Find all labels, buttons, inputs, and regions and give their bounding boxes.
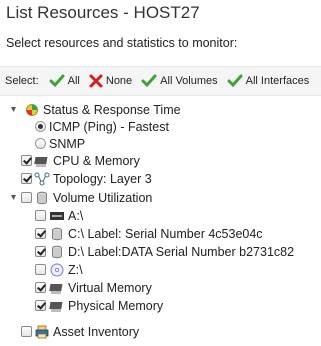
virtual-memory-checkbox[interactable]	[35, 282, 46, 293]
topology-label: Topology: Layer 3	[53, 171, 152, 186]
check-icon	[227, 74, 243, 88]
tree-node-asset: Asset Inventory	[21, 323, 139, 340]
cpu-chip-icon	[34, 156, 48, 167]
volume-item: Physical Memory	[35, 297, 163, 314]
volume-item: D:\ Label:DATA Serial Number b2731c82	[35, 243, 294, 260]
select-all-interfaces-button[interactable]: All Interfaces	[227, 74, 310, 88]
topology-checkbox[interactable]	[21, 173, 32, 184]
x-icon	[89, 74, 103, 88]
select-label: Select:	[5, 75, 39, 87]
select-all-volumes-button[interactable]: All Volumes	[141, 74, 218, 88]
physical-memory-label: Physical Memory	[68, 298, 164, 313]
floppy-drive-icon	[50, 211, 64, 220]
page-subtitle: Select resources and statistics to monit…	[6, 36, 238, 50]
volume-a-label: A:\	[68, 208, 84, 223]
disk-icon	[52, 245, 62, 258]
disk-icon	[52, 227, 62, 240]
tree-node-cpu: CPU & Memory	[21, 152, 140, 169]
volume-c-checkbox[interactable]	[35, 228, 46, 239]
asset-inventory-icon	[35, 325, 49, 338]
memory-icon	[49, 301, 63, 312]
physical-memory-checkbox[interactable]	[35, 300, 46, 311]
virtual-memory-label: Virtual Memory	[68, 280, 152, 295]
check-icon	[49, 74, 65, 88]
topology-icon	[34, 172, 50, 185]
memory-icon	[49, 283, 63, 294]
cpu-checkbox[interactable]	[21, 155, 32, 166]
expand-triangle-icon[interactable]	[9, 193, 18, 202]
volume-checkbox[interactable]	[21, 192, 32, 203]
volume-item: A:\	[35, 207, 83, 224]
volume-d-label: D:\ Label:DATA Serial Number b2731c82	[68, 244, 295, 259]
volume-c-label: C:\ Label: Serial Number 4c53e04c	[68, 226, 263, 241]
disk-icon	[37, 191, 47, 204]
volume-label: Volume Utilization	[53, 190, 153, 205]
icmp-radio[interactable]	[35, 121, 46, 132]
select-none-label: None	[105, 75, 133, 87]
check-icon	[141, 74, 157, 88]
status-icon	[26, 103, 38, 116]
radio-option-icmp[interactable]: ICMP (Ping) - Fastest	[35, 118, 169, 135]
cpu-label: CPU & Memory	[53, 153, 140, 168]
select-all-label: All	[67, 75, 80, 87]
radio-option-snmp[interactable]: SNMP	[35, 135, 85, 152]
snmp-radio[interactable]	[35, 138, 46, 149]
volume-z-label: Z:\	[68, 262, 83, 277]
tree-node-topology: Topology: Layer 3	[21, 170, 152, 187]
volume-d-checkbox[interactable]	[35, 246, 46, 257]
volume-item: C:\ Label: Serial Number 4c53e04c	[35, 225, 263, 242]
page-title: List Resources - HOST27	[6, 3, 200, 22]
asset-checkbox[interactable]	[21, 326, 32, 337]
volume-item: Z:\	[35, 261, 83, 278]
select-all-interfaces-label: All Interfaces	[245, 75, 310, 87]
volume-z-checkbox[interactable]	[35, 264, 46, 275]
tree-node-volume: Volume Utilization	[9, 189, 152, 206]
snmp-label: SNMP	[49, 136, 86, 151]
select-none-button[interactable]: None	[89, 74, 132, 88]
status-label: Status & Response Time	[43, 102, 181, 117]
expand-triangle-icon[interactable]	[9, 105, 18, 114]
volume-a-checkbox[interactable]	[35, 210, 46, 221]
select-all-button[interactable]: All	[49, 74, 80, 88]
volume-item: Virtual Memory	[35, 279, 152, 296]
icmp-label: ICMP (Ping) - Fastest	[49, 119, 169, 134]
asset-label: Asset Inventory	[53, 324, 140, 339]
cd-drive-icon	[50, 263, 64, 276]
select-all-volumes-label: All Volumes	[160, 75, 218, 87]
tree-node-status: Status & Response Time	[9, 101, 181, 118]
select-toolbar: Select: All None All Volumes All Interfa…	[0, 66, 321, 96]
